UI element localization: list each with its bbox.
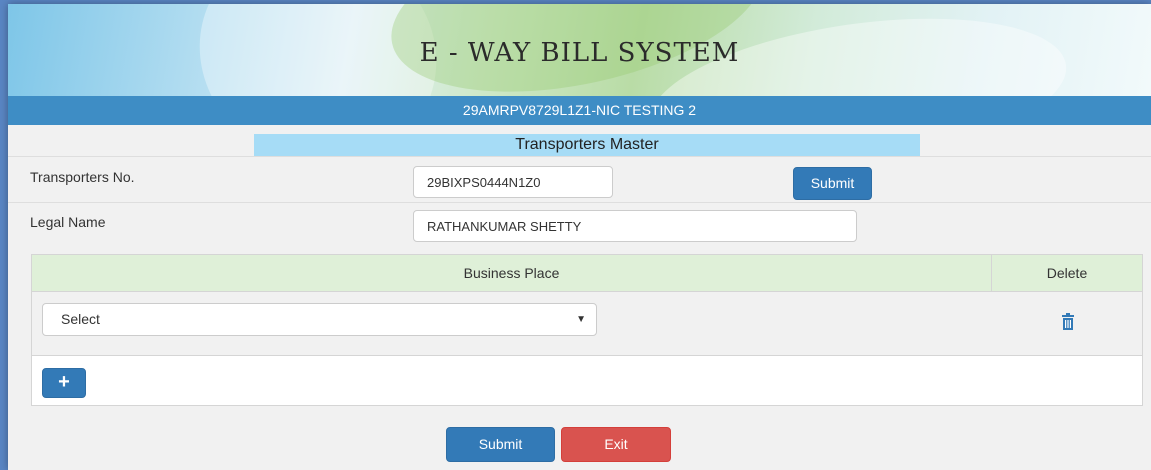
transporter-submit-button[interactable]: Submit — [793, 167, 872, 200]
transporter-no-input[interactable]: 29BIXPS0444N1Z0 — [413, 166, 613, 198]
column-header-delete: Delete — [1046, 265, 1088, 281]
legal-name-input[interactable]: RATHANKUMAR SHETTY — [413, 210, 857, 242]
legal-name-row: Legal Name RATHANKUMAR SHETTY — [8, 202, 1151, 249]
header-banner: E - WAY BILL SYSTEM — [8, 4, 1151, 96]
caret-down-icon: ▼ — [576, 314, 586, 325]
business-place-select-value: Select — [61, 311, 100, 327]
business-place-select[interactable]: Select ▼ — [42, 303, 597, 336]
exit-button[interactable]: Exit — [561, 427, 671, 462]
app-title: E - WAY BILL SYSTEM — [419, 38, 740, 68]
user-gstin-bar: 29AMRPV8729L1Z1-NIC TESTING 2 — [8, 96, 1151, 125]
page-title: Transporters Master — [254, 134, 920, 156]
transporter-no-row: Transporters No. 29BIXPS0444N1Z0 Submit — [8, 156, 1151, 203]
business-place-table: Business Place Delete Select ▼ + — [31, 254, 1143, 406]
plus-icon: + — [58, 371, 70, 393]
transporter-no-label: Transporters No. — [30, 169, 135, 185]
submit-button[interactable]: Submit — [446, 427, 555, 462]
legal-name-label: Legal Name — [30, 214, 106, 230]
app-window: E - WAY BILL SYSTEM 29AMRPV8729L1Z1-NIC … — [8, 4, 1151, 470]
add-business-place-button[interactable]: + — [42, 368, 86, 398]
table-header: Business Place Delete — [32, 255, 1142, 292]
column-header-business-place: Business Place — [463, 265, 560, 281]
table-row: Select ▼ — [32, 292, 1142, 356]
trash-icon[interactable] — [1061, 313, 1075, 331]
